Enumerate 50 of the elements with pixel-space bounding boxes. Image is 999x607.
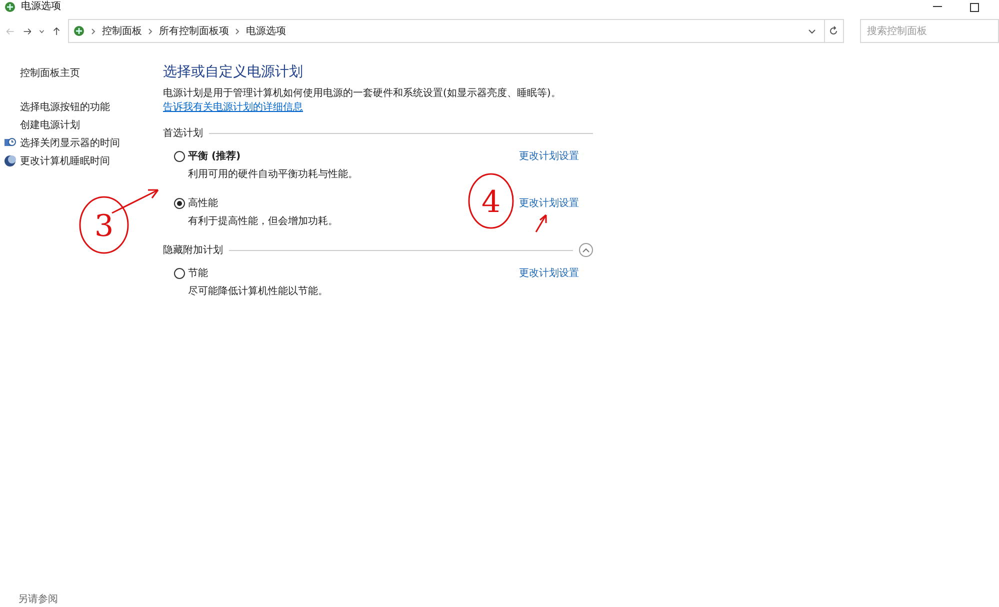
control-panel-icon — [72, 25, 85, 37]
annotation-arrow — [112, 189, 159, 214]
change-plan-settings-link[interactable]: 更改计划设置 — [519, 266, 593, 299]
page-heading: 选择或自定义电源计划 — [163, 64, 304, 81]
plan-description: 尽可能降低计算机性能以节能。 — [187, 284, 329, 299]
chevron-up-icon — [582, 248, 590, 253]
group-title: 首选计划 — [163, 126, 203, 141]
window-title: 电源选项 — [21, 2, 61, 12]
minimize-icon[interactable] — [933, 6, 942, 8]
sidebar-link[interactable]: 创建电源计划 — [20, 118, 80, 132]
details-link[interactable]: 告诉我有关电源计划的详细信息 — [163, 102, 303, 114]
plan-name: 平衡 (推荐) — [188, 150, 241, 164]
up-arrow-icon[interactable] — [52, 26, 60, 36]
address-bar[interactable]: 控制面板 所有控制面板项 电源选项 — [68, 19, 825, 43]
sidebar-link[interactable]: 选择关闭显示器的时间 — [20, 136, 120, 150]
sidebar-link[interactable]: 更改计算机睡眠时间 — [20, 154, 110, 168]
plan-description: 利用可用的硬件自动平衡功耗与性能。 — [187, 168, 359, 182]
group-title: 隐藏附加计划 — [163, 244, 223, 258]
sidebar-link[interactable]: 选择电源按钮的功能 — [20, 100, 110, 114]
refresh-button[interactable] — [824, 19, 844, 43]
radio-button[interactable] — [174, 268, 185, 279]
collapse-button[interactable] — [579, 243, 593, 258]
dropdown-icon[interactable] — [808, 28, 816, 34]
sidebar-link[interactable]: 控制面板主页 — [20, 66, 80, 80]
breadcrumb[interactable]: 所有控制面板项 — [158, 24, 229, 38]
moon-icon — [4, 155, 16, 167]
breadcrumb[interactable]: 控制面板 — [102, 24, 142, 38]
handwritten-number: 3 — [79, 196, 129, 254]
radio-button[interactable] — [174, 150, 185, 162]
chevron-right-icon — [90, 28, 96, 34]
forward-arrow-icon[interactable] — [22, 26, 32, 36]
refresh-icon — [829, 26, 838, 36]
chevron-right-icon — [234, 28, 240, 34]
description-text: 电源计划是用于管理计算机如何使用电源的一套硬件和系统设置(如显示器亮度、睡眠等)。 告诉我有关电源计划的详细信息 — [163, 86, 562, 116]
maximize-icon[interactable] — [970, 2, 979, 12]
search-field[interactable]: 搜索控制面板 — [860, 19, 999, 43]
change-plan-settings-link[interactable]: 更改计划设置 — [519, 196, 593, 229]
plan-name: 高性能 — [188, 196, 218, 211]
plan-name: 节能 — [188, 266, 208, 281]
chevron-down-icon[interactable] — [39, 28, 45, 34]
monitor-clock-icon — [4, 137, 16, 149]
plan-description: 有利于提高性能，但会增加功耗。 — [187, 214, 339, 229]
annotation-arrow — [535, 214, 547, 232]
change-plan-settings-link[interactable]: 更改计划设置 — [519, 148, 593, 182]
chevron-right-icon — [148, 28, 153, 34]
see-also-heading: 另请参阅 — [18, 592, 58, 607]
breadcrumb[interactable]: 电源选项 — [246, 24, 286, 38]
power-options-icon — [4, 1, 16, 13]
handwritten-number: 4 — [468, 173, 514, 229]
radio-button[interactable] — [174, 198, 185, 209]
